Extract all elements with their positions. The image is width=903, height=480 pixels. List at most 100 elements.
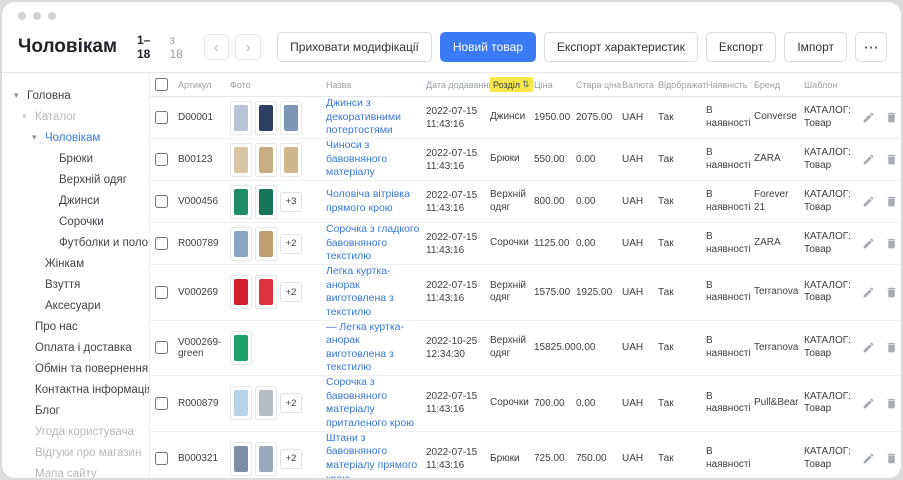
product-name-link[interactable]: Чиноси з бавовняного матеріалу <box>326 139 426 180</box>
sort-icon[interactable]: ⇅ <box>522 79 530 90</box>
column-header-currency[interactable]: Валюта <box>622 80 658 90</box>
product-photo[interactable] <box>230 442 252 476</box>
row-checkbox[interactable] <box>155 195 168 208</box>
more-actions-button[interactable]: ⋯ <box>855 32 887 62</box>
edit-icon[interactable] <box>862 452 875 465</box>
sidebar-item[interactable]: ▾ Мапа сайту <box>2 463 149 478</box>
sidebar-item[interactable]: ▾ Сорочки <box>2 211 149 232</box>
product-photo[interactable] <box>230 227 252 261</box>
export-characteristics-button[interactable]: Експорт характеристик <box>544 32 698 62</box>
sidebar-item[interactable]: ▾ Головна <box>2 85 149 106</box>
column-header-brand[interactable]: Бренд <box>754 80 804 90</box>
hide-modifications-button[interactable]: Приховати модифікації <box>277 32 432 62</box>
edit-icon[interactable] <box>862 341 875 354</box>
sidebar-item[interactable]: ▾ Чоловікам <box>2 127 149 148</box>
product-photo[interactable] <box>230 143 252 177</box>
delete-icon[interactable] <box>885 237 898 250</box>
window-control-minimize[interactable] <box>33 12 41 20</box>
product-photo[interactable] <box>280 101 302 135</box>
sidebar-item[interactable]: ▾ Взуття <box>2 274 149 295</box>
sidebar-item[interactable]: ▾ Верхній одяг <box>2 169 149 190</box>
product-name-link[interactable]: Легка куртка-анорак виготовлена з тексти… <box>326 265 426 320</box>
sidebar-item[interactable]: ▾ Про нас <box>2 316 149 337</box>
edit-icon[interactable] <box>862 237 875 250</box>
delete-icon[interactable] <box>885 452 898 465</box>
column-header-display[interactable]: Відображати <box>658 80 706 90</box>
column-header-photo[interactable]: Фото <box>230 80 326 90</box>
column-header-price[interactable]: Ціна <box>534 80 576 90</box>
product-photo[interactable] <box>230 386 252 420</box>
sidebar-item[interactable]: ▾ Футболки и поло <box>2 232 149 253</box>
row-checkbox[interactable] <box>155 452 168 465</box>
delete-icon[interactable] <box>885 397 898 410</box>
delete-icon[interactable] <box>885 286 898 299</box>
edit-icon[interactable] <box>862 286 875 299</box>
sidebar-item[interactable]: ▾ Жінкам <box>2 253 149 274</box>
column-header-sku[interactable]: Артикул <box>178 80 230 90</box>
product-photo[interactable] <box>255 101 277 135</box>
window-control-maximize[interactable] <box>48 12 56 20</box>
sidebar-item[interactable]: ▾ Аксесуари <box>2 295 149 316</box>
row-checkbox[interactable] <box>155 237 168 250</box>
product-photo[interactable] <box>255 386 277 420</box>
product-photo[interactable] <box>230 101 252 135</box>
edit-icon[interactable] <box>862 153 875 166</box>
pagination-prev-button[interactable]: ‹ <box>204 34 230 60</box>
row-checkbox[interactable] <box>155 286 168 299</box>
delete-icon[interactable] <box>885 341 898 354</box>
column-header-section[interactable]: Розділ ⇅ <box>490 77 534 92</box>
sidebar-item[interactable]: ▾ Оплата і доставка <box>2 337 149 358</box>
product-photo[interactable] <box>255 143 277 177</box>
product-name-link[interactable]: Джинси з декоративними потертостями <box>326 97 426 138</box>
import-button[interactable]: Імпорт <box>784 32 847 62</box>
export-button[interactable]: Експорт <box>706 32 776 62</box>
product-photo[interactable] <box>230 185 252 219</box>
edit-icon[interactable] <box>862 111 875 124</box>
sidebar-item[interactable]: ▾ Каталог <box>2 106 149 127</box>
app-body: ▾ Головна ▾ Каталог ▾ Чоловікам ▾ Брюки … <box>2 73 901 478</box>
row-checkbox[interactable] <box>155 397 168 410</box>
delete-icon[interactable] <box>885 111 898 124</box>
column-header-old-price[interactable]: Стара ціна <box>576 80 622 90</box>
sidebar-item[interactable]: ▾ Обмін та повернення <box>2 358 149 379</box>
more-photos-badge[interactable]: +2 <box>280 282 302 302</box>
column-header-name[interactable]: Назва <box>326 80 426 90</box>
pagination-next-button[interactable]: › <box>235 34 261 60</box>
product-name-link[interactable]: Чоловіча вітрівка прямого крою <box>326 188 426 215</box>
row-checkbox[interactable] <box>155 341 168 354</box>
more-photos-badge[interactable]: +2 <box>280 449 302 469</box>
delete-icon[interactable] <box>885 195 898 208</box>
edit-icon[interactable] <box>862 195 875 208</box>
more-photos-badge[interactable]: +2 <box>280 234 302 254</box>
sidebar-item[interactable]: ▾ Угода користувача <box>2 421 149 442</box>
product-photo[interactable] <box>255 185 277 219</box>
window-control-close[interactable] <box>18 12 26 20</box>
delete-icon[interactable] <box>885 153 898 166</box>
product-photo[interactable] <box>255 275 277 309</box>
more-photos-badge[interactable]: +2 <box>280 393 302 413</box>
product-name-link[interactable]: Сорочка з бавовняного матеріалу притален… <box>326 376 426 431</box>
product-name-link[interactable]: — Легка куртка-анорак виготовлена з текс… <box>326 321 426 376</box>
sidebar-item[interactable]: ▾ Контактна інформація <box>2 379 149 400</box>
product-photo[interactable] <box>230 331 252 365</box>
sidebar-item[interactable]: ▾ Відгуки про магазин <box>2 442 149 463</box>
column-header-template[interactable]: Шаблон <box>804 80 862 90</box>
edit-icon[interactable] <box>862 397 875 410</box>
product-photo[interactable] <box>230 275 252 309</box>
column-header-date[interactable]: Дата додавання <box>426 80 490 90</box>
sidebar-item[interactable]: ▾ Брюки <box>2 148 149 169</box>
select-all-checkbox[interactable] <box>155 78 168 91</box>
sidebar-item[interactable]: ▾ Джинси <box>2 190 149 211</box>
product-photo[interactable] <box>255 227 277 261</box>
product-name-link[interactable]: Штани з бавовняного матеріалу прямого кр… <box>326 432 426 478</box>
sidebar-item[interactable]: ▾ Блог <box>2 400 149 421</box>
more-photos-badge[interactable]: +3 <box>280 192 302 212</box>
product-photo[interactable] <box>280 143 302 177</box>
product-photo[interactable] <box>255 442 277 476</box>
row-checkbox[interactable] <box>155 153 168 166</box>
new-product-button[interactable]: Новий товар <box>440 32 536 62</box>
row-checkbox[interactable] <box>155 111 168 124</box>
column-header-availability[interactable]: Наявність <box>706 80 754 90</box>
product-template-value: Товар <box>804 244 856 257</box>
product-name-link[interactable]: Сорочка з гладкого бавовняного текстилю <box>326 223 426 264</box>
